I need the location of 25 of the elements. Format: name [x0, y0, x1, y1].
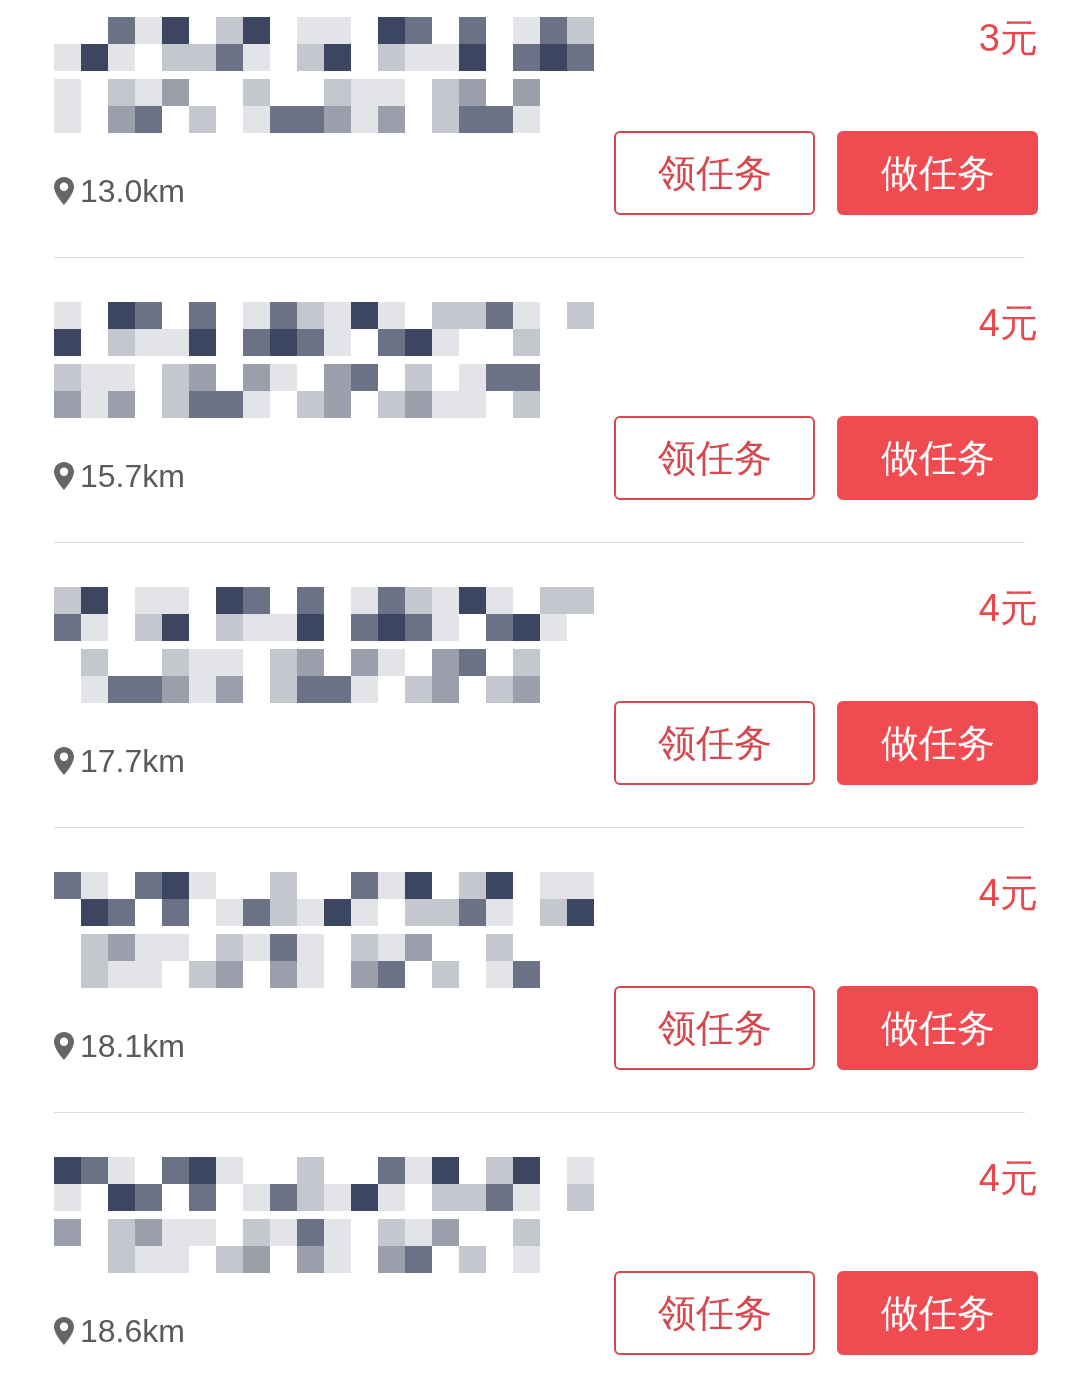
- reward-price: 3元: [978, 17, 1038, 59]
- claim-task-button[interactable]: 领任务: [614, 416, 815, 500]
- location-pin-icon: [54, 1032, 74, 1060]
- do-task-button[interactable]: 做任务: [837, 986, 1038, 1070]
- do-task-button[interactable]: 做任务: [837, 1271, 1038, 1355]
- claim-task-button[interactable]: 领任务: [614, 701, 815, 785]
- do-task-button[interactable]: 做任务: [837, 131, 1038, 215]
- distance-text: 18.6km: [80, 1312, 185, 1350]
- location-pin-icon: [54, 1317, 74, 1345]
- claim-task-button[interactable]: 领任务: [614, 986, 815, 1070]
- distance-text: 13.0km: [80, 172, 185, 210]
- distance-text: 17.7km: [80, 742, 185, 780]
- do-task-button[interactable]: 做任务: [837, 701, 1038, 785]
- location-pin-icon: [54, 747, 74, 775]
- do-task-button[interactable]: 做任务: [837, 416, 1038, 500]
- distance-text: 18.1km: [80, 1027, 185, 1065]
- location-pin-icon: [54, 177, 74, 205]
- reward-price: 4元: [978, 1157, 1038, 1199]
- reward-price: 4元: [978, 872, 1038, 914]
- distance-text: 15.7km: [80, 457, 185, 495]
- claim-task-button[interactable]: 领任务: [614, 131, 815, 215]
- claim-task-button[interactable]: 领任务: [614, 1271, 815, 1355]
- reward-price: 4元: [978, 587, 1038, 629]
- location-pin-icon: [54, 462, 74, 490]
- reward-price: 4元: [978, 302, 1038, 344]
